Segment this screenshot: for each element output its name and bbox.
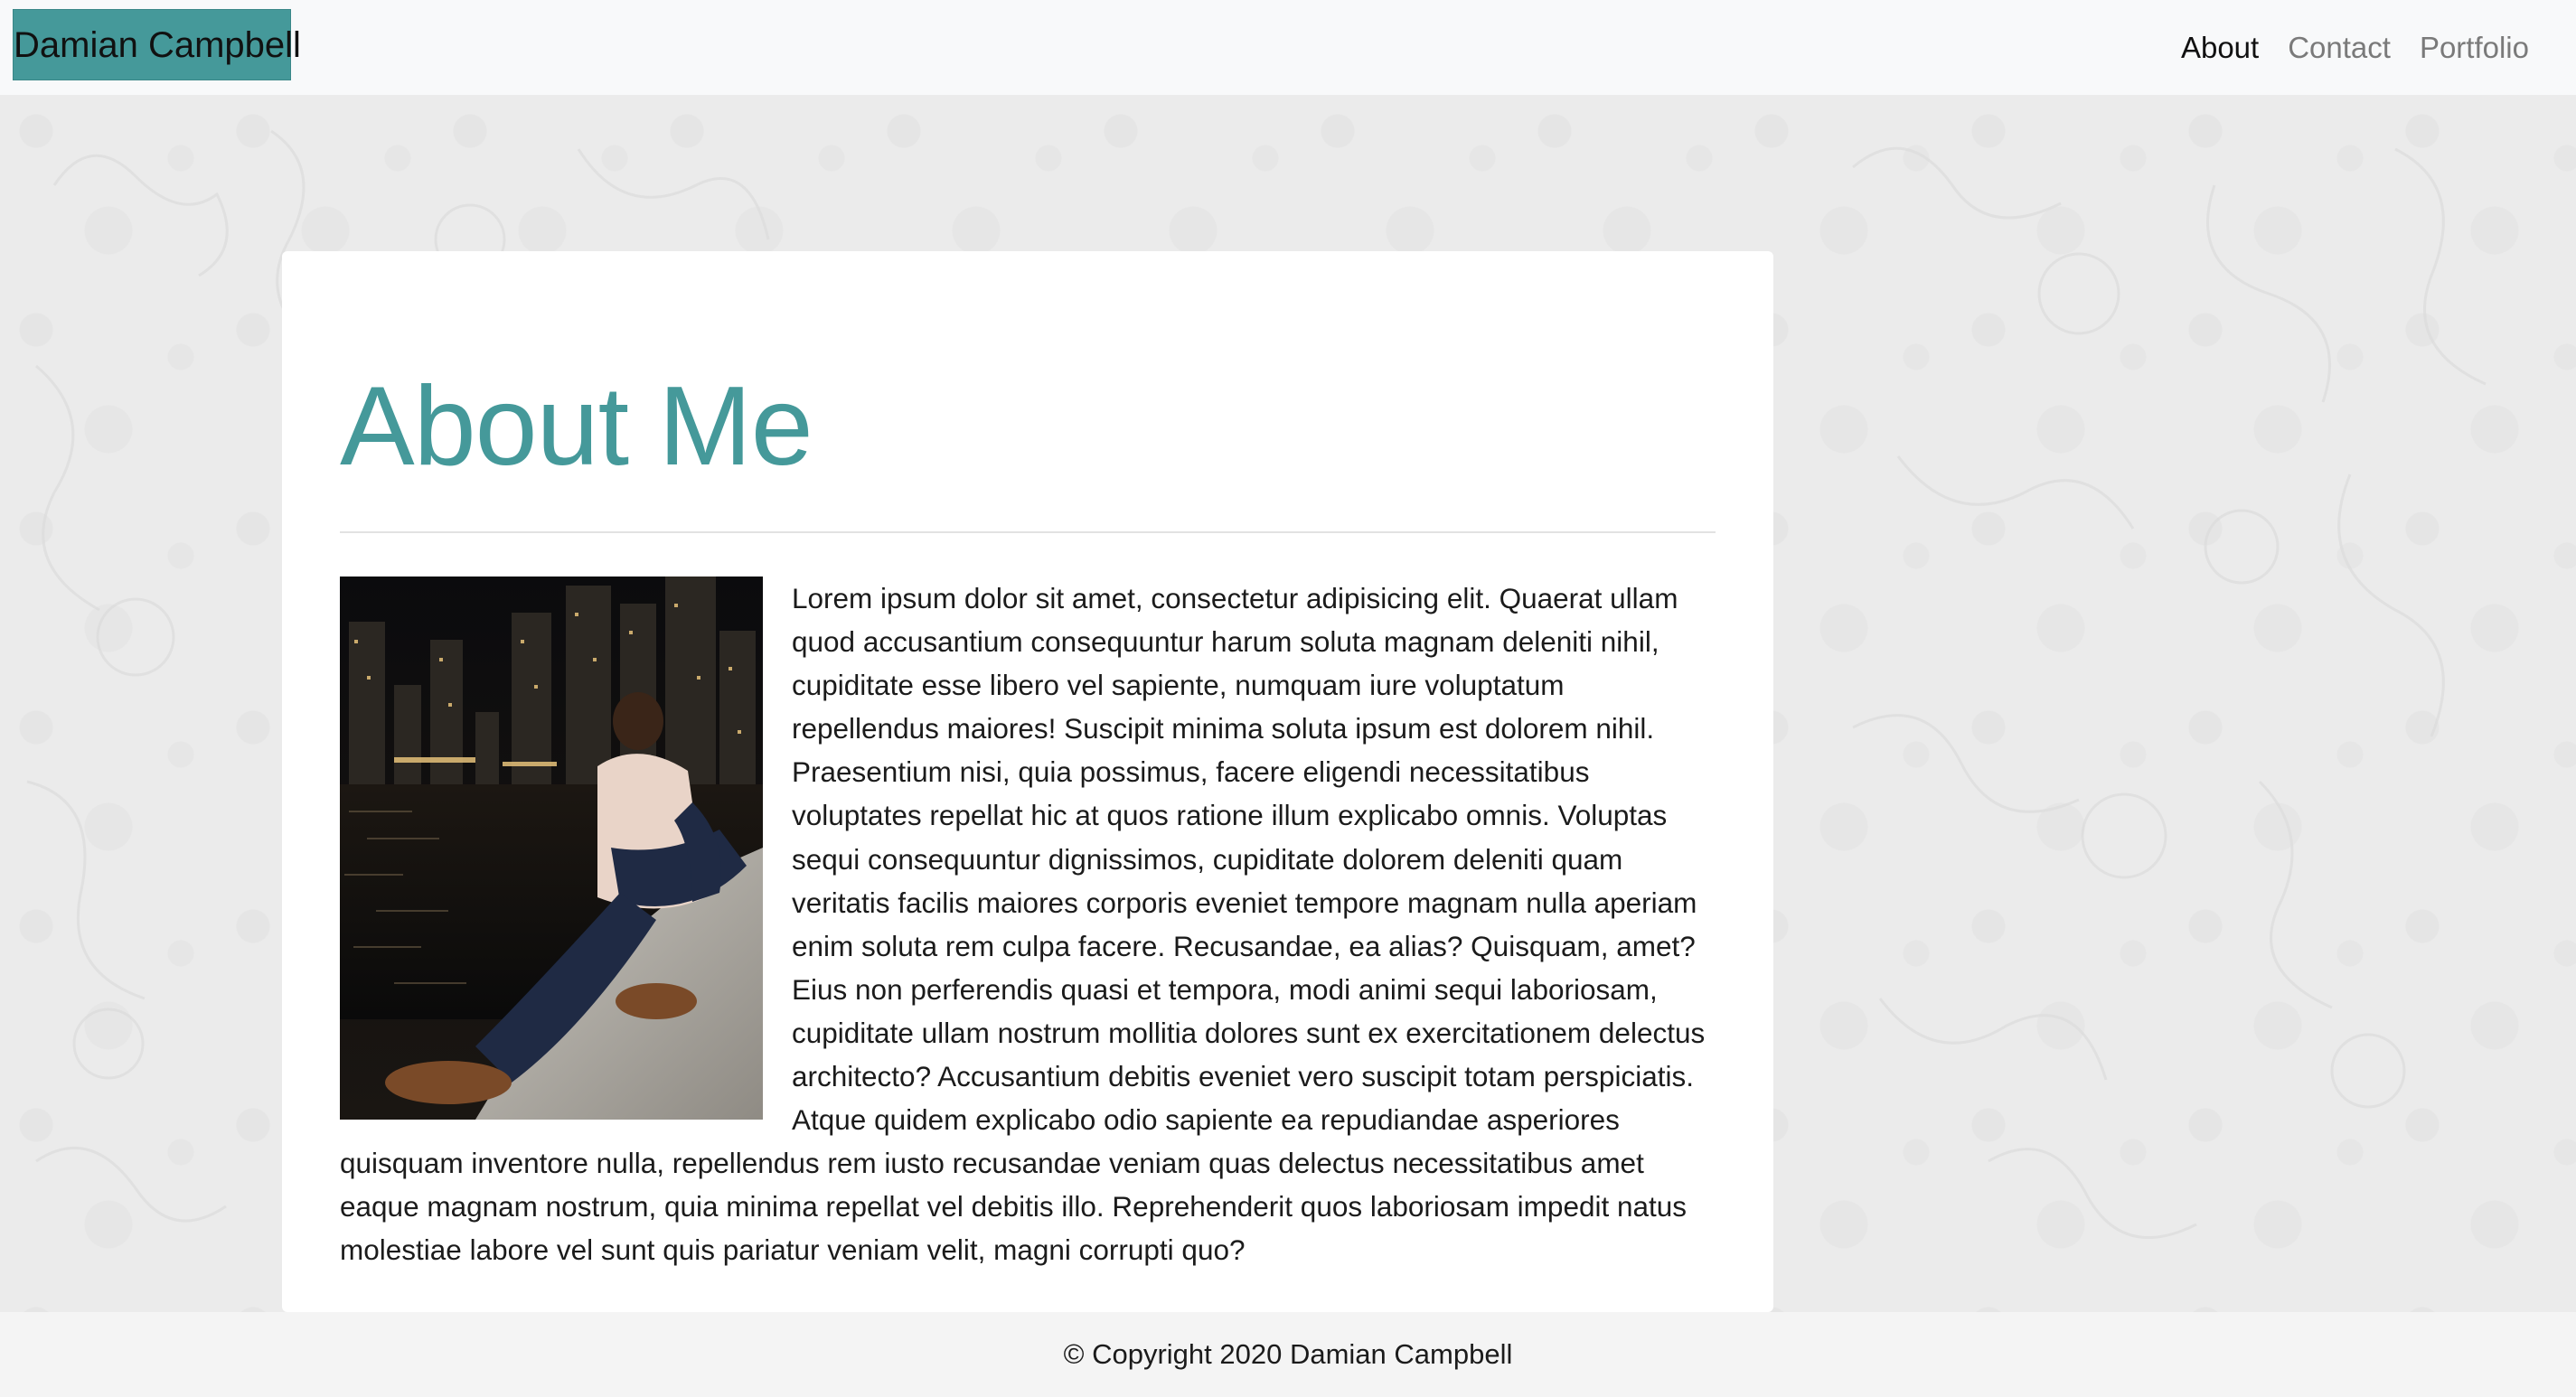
nav-link-about[interactable]: About <box>2167 0 2273 95</box>
about-content: Lorem ipsum dolor sit amet, consectetur … <box>340 577 1716 1272</box>
footer: © Copyright 2020 Damian Campbell <box>0 1312 2576 1397</box>
title-divider <box>340 531 1716 533</box>
profile-photo <box>340 577 763 1120</box>
about-card: About Me Lorem ipsum dolor sit amet, con… <box>282 251 1773 1312</box>
nav-link-contact[interactable]: Contact <box>2273 0 2405 95</box>
profile-photo-illustration <box>340 577 763 1120</box>
copyright-text: © Copyright 2020 Damian Campbell <box>1063 1338 1513 1370</box>
navbar: Damian Campbell About Contact Portfolio <box>0 0 2576 95</box>
brand-link[interactable]: Damian Campbell <box>13 9 301 80</box>
page-title: About Me <box>340 364 813 489</box>
nav-link-portfolio[interactable]: Portfolio <box>2405 0 2543 95</box>
nav-links: About Contact Portfolio <box>2167 0 2543 95</box>
